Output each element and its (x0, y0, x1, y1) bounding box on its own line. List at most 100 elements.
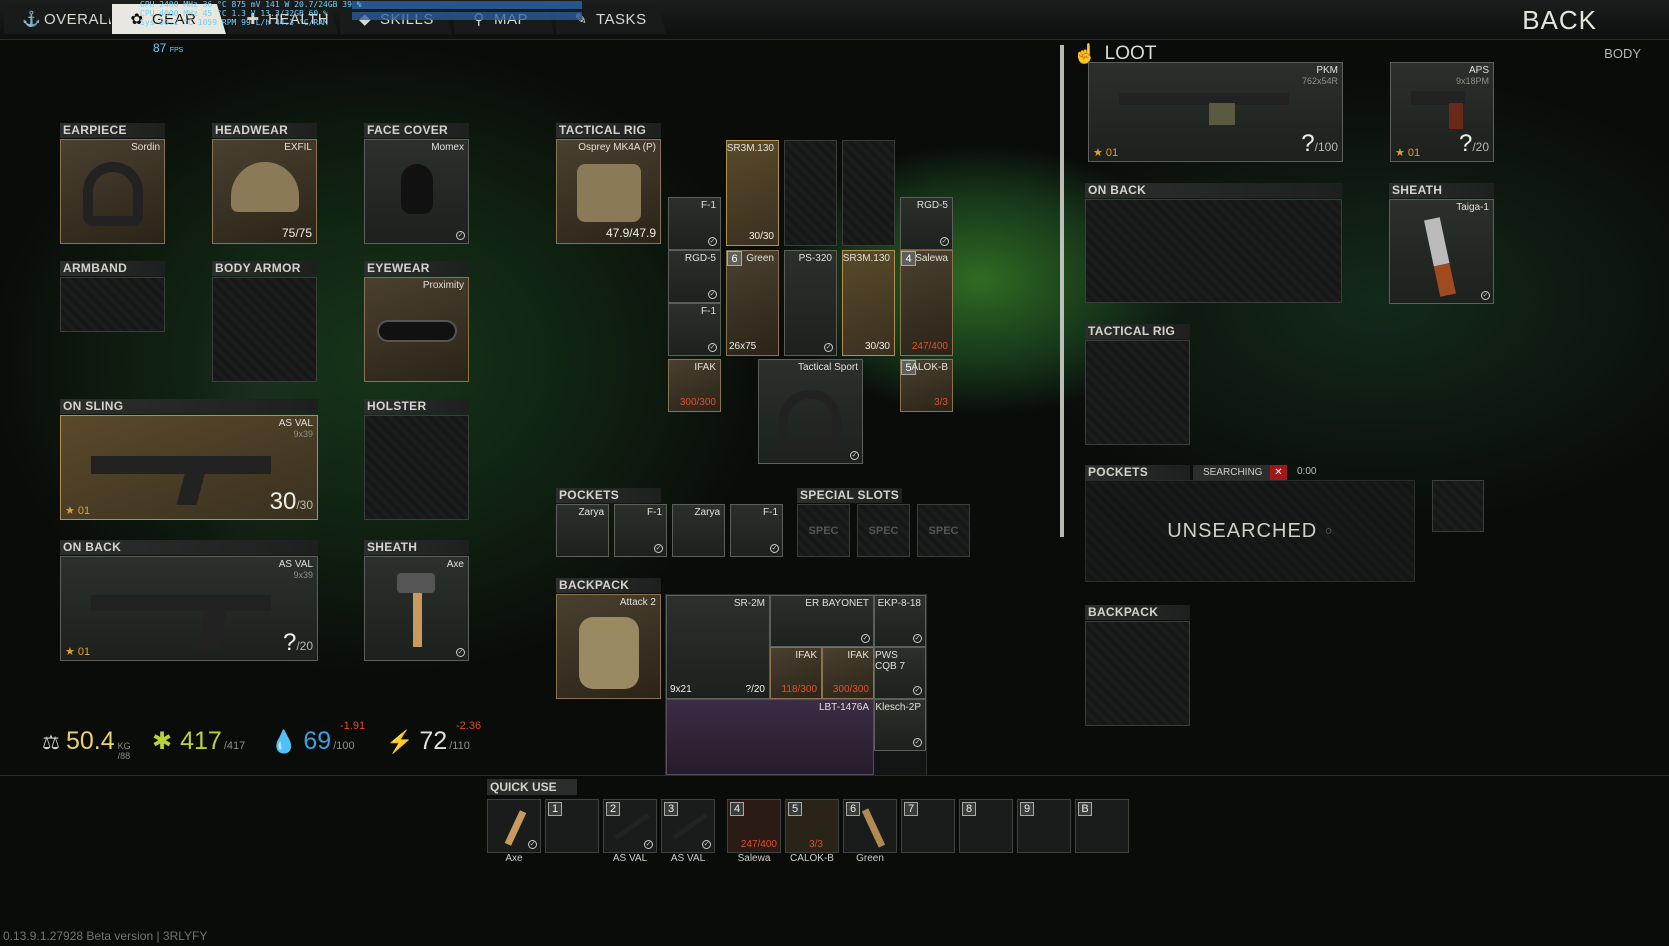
hydration-max: /100 (333, 740, 355, 752)
back-button[interactable]: BACK (1522, 5, 1597, 36)
loot-scrollbar[interactable] (1060, 45, 1064, 537)
quick-slot-5[interactable]: 5 3/3 (785, 799, 839, 853)
pocket-item[interactable]: F-1 ✓ (614, 504, 667, 557)
pocket-item[interactable]: F-1 ✓ (730, 504, 783, 557)
quick-slot-8[interactable]: 8 (959, 799, 1013, 853)
rig-empty-slot[interactable] (842, 140, 895, 246)
backpack-item-pws[interactable]: PWS CQB 7 ✓ (874, 647, 926, 699)
loot-pockets-header: POCKETS (1085, 465, 1190, 480)
axe-head (397, 573, 435, 593)
backpack-header: BACKPACK (556, 578, 661, 593)
loot-on-back-header: ON BACK (1085, 183, 1342, 198)
rig-item-f1[interactable]: F-1 ✓ (668, 197, 721, 250)
sheath-header: SHEATH (364, 540, 469, 555)
rig-item-sr3m-mag[interactable]: SR3M.130 30/30 (726, 140, 779, 246)
quick-slot-6[interactable]: 6 (843, 799, 897, 853)
anchor-icon: ⚓ (22, 11, 42, 28)
pocket-item[interactable]: Zarya (556, 504, 609, 557)
check-icon: ✓ (708, 237, 717, 246)
earpiece-slot[interactable]: Sordin (60, 139, 165, 244)
rifle-mag (196, 609, 228, 649)
version-label: 0.13.9.1.27928 Beta version | 3RLYFY (3, 929, 208, 943)
loot-sheath-header: SHEATH (1389, 183, 1494, 198)
check-icon: ✓ (456, 648, 465, 657)
rig-item-salewa[interactable]: 4 Salewa 247/400 (900, 250, 953, 356)
rig-item-sr3m-mag[interactable]: SR3M.130 30/30 (842, 250, 895, 356)
caliber: 9x39 (293, 429, 313, 439)
backpack-item-sr2m[interactable]: SR-2M 9x21 ?/20 (666, 595, 770, 699)
backpack-item-bayonet[interactable]: ER BAYONET ✓ (770, 595, 874, 647)
loot-tactical-rig-slot[interactable] (1085, 340, 1190, 445)
loot-sheath-slot[interactable]: Taiga-1 ✓ (1389, 199, 1494, 304)
holster-slot[interactable] (364, 415, 469, 520)
item-name: AS VAL (278, 418, 313, 429)
rig-item-rgd5[interactable]: RGD-5 ✓ (668, 250, 721, 303)
tab-overall[interactable]: ⚓ OVERALL (4, 4, 114, 34)
headwear-slot[interactable]: EXFIL 75/75 (212, 139, 317, 244)
flare-icon (861, 808, 886, 848)
quick-slot-3[interactable]: 3 ✓ (661, 799, 715, 853)
loot-backpack-slot[interactable] (1085, 621, 1190, 726)
rig-empty-slot[interactable] (784, 140, 837, 246)
backpack-item-ifak[interactable]: IFAK 118/300 (770, 647, 822, 699)
quick-slot-9[interactable]: 9 (1017, 799, 1071, 853)
quick-slot-axe[interactable]: ✓ (487, 799, 541, 853)
backpack-item-ifak[interactable]: IFAK 300/300 (822, 647, 874, 699)
on-sling-header: ON SLING (60, 399, 318, 414)
check-icon: ✓ (824, 343, 833, 352)
rig-item-rgd5[interactable]: RGD-5 ✓ (900, 197, 953, 250)
quick-slot-2[interactable]: 2 ✓ (603, 799, 657, 853)
loot-weapon-aps[interactable]: APS 9x18PM ★ 01 ?/20 (1390, 62, 1494, 162)
vest-icon (577, 164, 641, 222)
weight-max: /88 (117, 751, 131, 761)
eyewear-slot[interactable]: Proximity (364, 277, 469, 382)
face-cover-slot[interactable]: Momex ✓ (364, 139, 469, 244)
loot-tactical-rig-header: TACTICAL RIG (1085, 324, 1190, 339)
fire-mode: ★ 01 (65, 646, 91, 658)
sheath-slot[interactable]: Axe ✓ (364, 556, 469, 661)
quick-slot-7[interactable]: 7 (901, 799, 955, 853)
check-icon: ✓ (850, 451, 859, 460)
on-sling-slot[interactable]: AS VAL 9x39 ★ 01 30/30 (60, 415, 318, 520)
rifle-mag (176, 471, 206, 505)
quick-slot-4[interactable]: 4 247/400 (727, 799, 781, 853)
machete-icon (1424, 217, 1456, 297)
armband-slot[interactable] (60, 277, 165, 332)
energy-delta: -2.36 (456, 720, 482, 732)
body-armor-slot[interactable] (212, 277, 317, 382)
quick-slot-label: CALOK-B (790, 853, 834, 864)
quick-slot-1[interactable]: 1 (545, 799, 599, 853)
rifle-icon (91, 595, 271, 611)
ammo-count: ?/20 (282, 629, 313, 656)
loot-on-back-slot[interactable] (1085, 199, 1342, 303)
quick-slot-label: Axe (505, 853, 523, 864)
backpack-item-klesch[interactable]: Klesch-2P ✓ (874, 699, 926, 751)
loot-pocket-slot[interactable] (1432, 480, 1484, 532)
machinegun-icon (1119, 93, 1289, 105)
eyewear-header: EYEWEAR (364, 261, 469, 276)
cancel-search-button[interactable]: ✕ (1270, 465, 1287, 480)
weight-value: 50.4 (65, 727, 115, 755)
quick-slot-b[interactable]: B (1075, 799, 1129, 853)
helmet-icon (231, 162, 299, 212)
rig-item-ps320[interactable]: PS-320 ✓ (784, 250, 837, 356)
rig-item-alok[interactable]: 5 ALOK-B 3/3 (900, 359, 953, 412)
on-back-slot[interactable]: AS VAL 9x39 ★ 01 ?/20 (60, 556, 318, 661)
body-label: BODY (1604, 46, 1641, 61)
water-drop-icon: 💧 (270, 729, 298, 754)
special-slot[interactable]: SPEC (917, 504, 970, 557)
hydration-value: 69 (303, 727, 332, 755)
rig-slot[interactable]: Osprey MK4A (P) 47.9/47.9 (556, 139, 661, 244)
weight-icon: ⚖ (42, 732, 60, 754)
rig-item-ifak[interactable]: IFAK 300/300 (668, 359, 721, 412)
rig-item-f1[interactable]: F-1 ✓ (668, 303, 721, 356)
loot-weapon-pkm[interactable]: PKM 762x54R ★ 01 ?/100 (1088, 62, 1343, 162)
special-slot[interactable]: SPEC (857, 504, 910, 557)
pocket-item[interactable]: Zarya (672, 504, 725, 557)
backpack-item-lbt[interactable]: LBT-1476A (666, 699, 874, 775)
backpack-item-ekp[interactable]: EKP-8-18 ✓ (874, 595, 926, 647)
backpack-slot[interactable]: Attack 2 (556, 594, 661, 699)
rig-item-tactical-sport[interactable]: Tactical Sport ✓ (758, 359, 863, 464)
rig-item-green-flare[interactable]: 6 Green 26x75 (726, 250, 779, 356)
special-slot[interactable]: SPEC (797, 504, 850, 557)
